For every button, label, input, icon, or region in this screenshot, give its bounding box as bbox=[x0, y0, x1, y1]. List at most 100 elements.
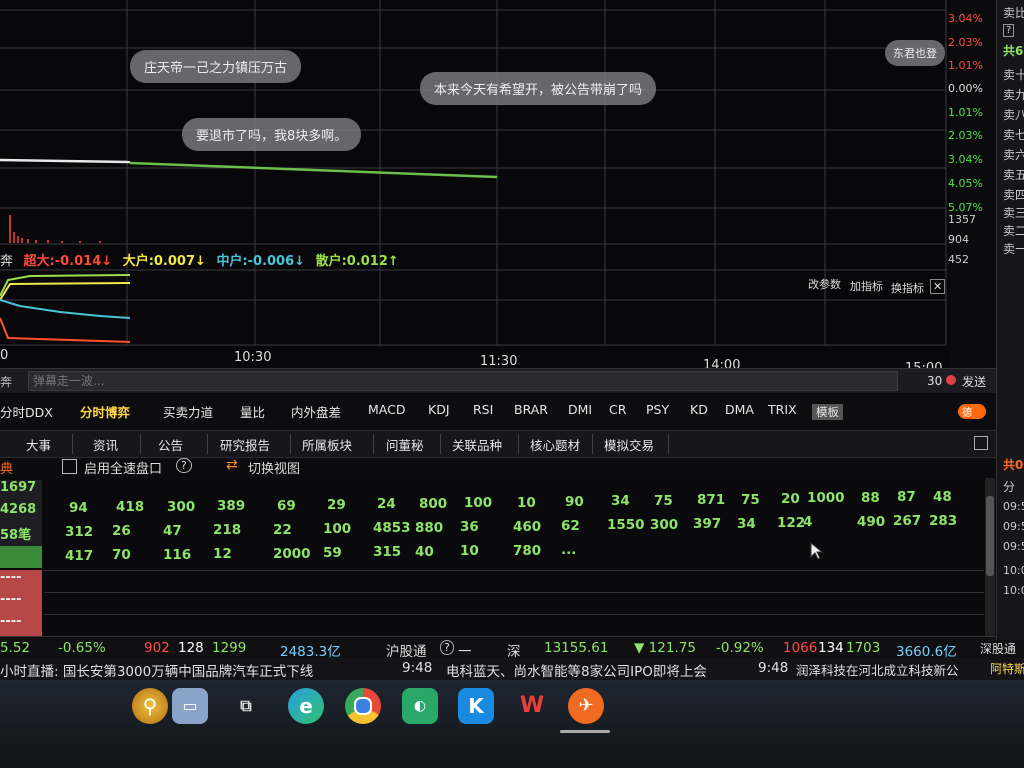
sell-level: 卖七 bbox=[1003, 128, 1024, 142]
trade-volume-cell: 22 bbox=[273, 521, 292, 538]
tab-related[interactable]: 关联品种 bbox=[452, 435, 502, 454]
grid-scrollbar[interactable] bbox=[985, 478, 995, 638]
trade-volume-cell: 48 bbox=[933, 488, 952, 505]
flow-medium-line bbox=[0, 299, 131, 319]
news-item[interactable]: 润泽科技在河北成立科技新公 bbox=[796, 660, 959, 679]
trade-volume-cell: 283 bbox=[929, 512, 958, 529]
app-orange-icon[interactable]: ✈ bbox=[568, 688, 604, 724]
laptop-icon[interactable]: ▭ bbox=[172, 688, 208, 724]
tick-trade-grid: 1697 4268 58笔 ---- ---- ---- 94 418 300 389… bbox=[0, 478, 996, 638]
sell-level: 卖五 bbox=[1003, 168, 1024, 182]
indicator-tab[interactable]: MACD bbox=[368, 402, 405, 417]
indicator-tab[interactable]: CR bbox=[609, 402, 626, 417]
price-scale-label: 2.03% bbox=[948, 129, 983, 142]
indicator-tab[interactable]: 买卖力道 bbox=[163, 402, 213, 421]
time-label-start: 0 bbox=[0, 348, 9, 363]
trade-time: 09:5 bbox=[1003, 540, 1024, 553]
flow-medium: 中户:-0.006↓ bbox=[216, 254, 306, 269]
order-book-header: 卖比 bbox=[1003, 6, 1024, 20]
sgt-label[interactable]: 深股通 bbox=[980, 640, 1016, 657]
app-k-icon[interactable]: K bbox=[458, 688, 494, 724]
task-view-icon[interactable]: ⧉ bbox=[228, 688, 264, 724]
edge-icon[interactable]: e bbox=[288, 688, 324, 724]
indicator-tab[interactable]: DMI bbox=[568, 402, 592, 417]
trade-volume-cell: 4853 bbox=[373, 520, 411, 537]
trade-volume-cell: 300 bbox=[650, 516, 679, 533]
tab-research[interactable]: 研究报告 bbox=[220, 435, 270, 454]
danmaku-toggle-icon[interactable] bbox=[946, 375, 956, 385]
trade-volume-cell: 800 bbox=[419, 495, 448, 512]
trade-volume-cell: 4 bbox=[803, 514, 813, 531]
maximize-icon[interactable] bbox=[974, 436, 988, 450]
danmaku-input[interactable] bbox=[28, 371, 898, 391]
trade-volume-cell: 69 bbox=[277, 497, 296, 514]
indicator-tab[interactable]: KD bbox=[690, 402, 708, 417]
indicator-tab[interactable]: TRIX bbox=[768, 402, 797, 417]
template-button[interactable]: 模板 bbox=[812, 404, 843, 420]
trade-volume-cell: 24 bbox=[377, 496, 396, 513]
search-icon[interactable]: ⚲ bbox=[132, 688, 168, 724]
news-item[interactable]: 电科蓝天、尚水智能等8家公司IPO即将上会 bbox=[446, 660, 707, 680]
trade-volume-cell: 417 bbox=[65, 548, 94, 564]
flow-retail-line bbox=[0, 274, 131, 297]
indicator-tab[interactable]: 内外盘差 bbox=[291, 402, 341, 421]
full-speed-checkbox[interactable] bbox=[62, 459, 77, 474]
close-icon[interactable]: ✕ bbox=[930, 279, 946, 294]
index-value-a: 5.52 bbox=[0, 640, 31, 656]
indicator-tab[interactable]: BRAR bbox=[514, 402, 548, 417]
trade-volume-cell: 70 bbox=[112, 547, 131, 564]
hgt-label[interactable]: 沪股通 bbox=[386, 640, 427, 660]
switch-view-button[interactable]: 切换视图 bbox=[248, 458, 300, 477]
switch-indicator-button[interactable]: 换指标 bbox=[891, 280, 924, 296]
index-pct-a: -0.65% bbox=[58, 640, 106, 656]
help-icon[interactable]: ? bbox=[440, 640, 454, 655]
danmaku-bubble: 庄天帝一己之力镇压万古 bbox=[130, 50, 302, 83]
help-icon[interactable]: ? bbox=[176, 458, 192, 473]
indicator-tab-active[interactable]: 分时博弈 bbox=[80, 402, 130, 421]
tab-ask-secretary[interactable]: 问董秘 bbox=[386, 435, 424, 454]
switch-view-icon[interactable]: ⇄ bbox=[226, 457, 238, 473]
help-icon[interactable]: ? bbox=[1003, 24, 1015, 37]
news-item[interactable]: 阿特斯 bbox=[990, 660, 1024, 677]
down-count-a: 1299 bbox=[212, 640, 247, 656]
send-button[interactable]: 发送 bbox=[962, 373, 986, 390]
order-book-panel: 卖比 ? 共6 卖十 卖九 卖八 卖七 卖六 卖五 卖四 卖三 卖二 卖一 共0… bbox=[996, 0, 1024, 640]
time-label-1130: 11:30 bbox=[480, 354, 518, 369]
mouse-cursor-icon bbox=[810, 542, 824, 560]
tab-announcements[interactable]: 公告 bbox=[158, 435, 183, 454]
tab-separator bbox=[140, 434, 141, 454]
volume-scale-label: 1357 bbox=[948, 213, 976, 226]
indicator-tab[interactable]: 量比 bbox=[240, 402, 265, 421]
indicator-tab[interactable]: DMA bbox=[725, 402, 754, 417]
hgt-value: 一 bbox=[458, 644, 472, 660]
grid-divider bbox=[44, 614, 984, 615]
tab-core-theme[interactable]: 核心题材 bbox=[530, 435, 580, 454]
tab-news[interactable]: 资讯 bbox=[93, 435, 118, 454]
chrome-icon[interactable] bbox=[345, 688, 381, 724]
price-line bbox=[0, 158, 131, 164]
indicator-tab[interactable]: KDJ bbox=[428, 402, 450, 417]
news-item[interactable]: 小时直播: 国长安第3000万辆中国品牌汽车正式下线 bbox=[0, 660, 313, 680]
indicator-tab[interactable]: PSY bbox=[646, 402, 669, 417]
indicator-tab[interactable]: RSI bbox=[473, 402, 493, 417]
wps-icon[interactable]: W bbox=[514, 688, 550, 724]
trade-volume-cell: 100 bbox=[323, 521, 352, 537]
tab-events[interactable]: 大事 bbox=[26, 435, 51, 454]
trade-volume-cell: 59 bbox=[323, 545, 342, 561]
volume-scale-label: 452 bbox=[948, 253, 969, 266]
change-params-button[interactable]: 改参数 bbox=[808, 276, 841, 292]
trade-volume-cell: 87 bbox=[897, 489, 916, 506]
indicator-toggle[interactable]: 德 bbox=[958, 404, 986, 419]
add-indicator-button[interactable]: 加指标 bbox=[850, 278, 883, 294]
wechat-icon[interactable]: ◐ bbox=[402, 688, 438, 724]
indicator-tab[interactable]: 分时DDX bbox=[0, 402, 53, 421]
trade-volume-cell: 40 bbox=[415, 543, 434, 560]
trade-volume-cell: 490 bbox=[857, 513, 886, 530]
tab-simulated-trading[interactable]: 模拟交易 bbox=[604, 435, 654, 454]
tab-separator bbox=[440, 434, 441, 454]
left-placeholder: ---- bbox=[0, 570, 42, 592]
tab-separator bbox=[207, 434, 208, 454]
price-scale-label: 2.03% bbox=[948, 36, 983, 49]
trade-volume-cell: 88 bbox=[861, 489, 880, 506]
tab-sector[interactable]: 所属板块 bbox=[302, 435, 352, 454]
